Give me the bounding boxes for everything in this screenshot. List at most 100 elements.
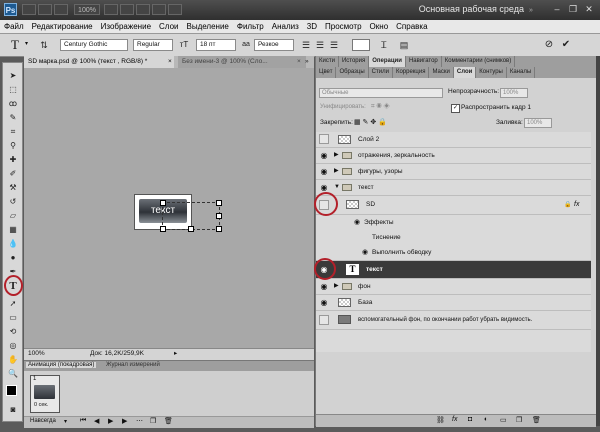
tab-channels[interactable]: Каналы [507, 67, 536, 78]
tab-document-sd[interactable]: SD марка.psd @ 100% (текст , RGB/8) * [24, 56, 174, 68]
align-left-icon[interactable]: ☰ [300, 39, 312, 51]
text-orientation-icon[interactable]: ⇅ [38, 39, 50, 51]
eye-icon[interactable]: ◉ [318, 296, 330, 309]
add-mask-icon[interactable]: ◘ [468, 416, 472, 423]
preset-dropdown-icon[interactable]: ▾ [25, 40, 28, 47]
layer-row[interactable]: ◉ ▶ фигуры, узоры [316, 164, 591, 180]
layer-row[interactable]: Слой 2 [316, 132, 591, 148]
healing-brush-tool-icon[interactable]: ✚ [6, 155, 20, 165]
history-brush-tool-icon[interactable]: ↺ [6, 197, 20, 207]
menu-view[interactable]: Просмотр [321, 20, 366, 33]
arrange-documents-button[interactable] [152, 4, 166, 15]
transform-handle[interactable] [160, 226, 166, 232]
layer-row[interactable]: ◉ База [316, 295, 591, 311]
tab-swatches[interactable]: Образцы [336, 67, 369, 78]
dodge-tool-icon[interactable]: ● [6, 253, 20, 263]
layer-row[interactable]: ◉ ▶ отражения, зеркальность [316, 148, 591, 164]
delete-layer-icon[interactable]: 🗑 [532, 416, 541, 424]
tab-color[interactable]: Цвет [316, 67, 337, 78]
3d-rotate-tool-icon[interactable]: ⟲ [6, 327, 20, 337]
antialias-select[interactable]: Резкое [254, 39, 294, 51]
tab2-close-icon[interactable]: × [297, 56, 303, 68]
blur-tool-icon[interactable]: 💧 [6, 239, 20, 249]
loop-select[interactable]: Навсегда [30, 418, 56, 424]
eraser-tool-icon[interactable]: ▱ [6, 211, 20, 221]
move-tool-icon[interactable]: ➤ [6, 71, 20, 81]
fx-badge[interactable]: fx [574, 196, 579, 214]
visibility-toggle[interactable] [319, 134, 329, 144]
tab-styles[interactable]: Стили [369, 67, 393, 78]
commit-icon[interactable]: ✔ [560, 39, 572, 51]
restore-button[interactable]: ❐ [566, 3, 580, 16]
menu-help[interactable]: Справка [392, 20, 431, 33]
font-style-select[interactable]: Regular [133, 39, 173, 51]
effect-row[interactable]: ◉ Выполнить обводку [316, 245, 591, 261]
workspace-switcher[interactable]: Основная рабочая среда [419, 4, 524, 14]
transform-handle[interactable] [216, 200, 222, 206]
hand-tool-icon[interactable]: ✋ [6, 355, 20, 365]
font-family-select[interactable]: Century Gothic [60, 39, 128, 51]
layer-row[interactable]: SD 🔒 fx [316, 196, 591, 215]
lock-icons[interactable]: ▦ ✎ ✥ 🔒 [354, 118, 387, 126]
delete-frame-icon[interactable]: 🗑 [164, 417, 173, 425]
hand-tool-button[interactable] [104, 4, 118, 15]
font-size-select[interactable]: 18 пт [196, 39, 236, 51]
tab-document-untitled[interactable]: Без имени-3 @ 100% (Сло... [178, 56, 306, 68]
tab-adjustments[interactable]: Коррекция [393, 67, 430, 78]
clone-stamp-tool-icon[interactable]: ⚒ [6, 183, 20, 193]
visibility-toggle[interactable] [319, 315, 329, 325]
menu-image[interactable]: Изображение [97, 20, 155, 33]
duplicate-frame-icon[interactable]: ❐ [150, 417, 156, 425]
3d-orbit-tool-icon[interactable]: ◎ [6, 341, 20, 351]
minimize-button[interactable]: – [550, 3, 564, 16]
menu-edit[interactable]: Редактирование [28, 20, 97, 33]
align-right-icon[interactable]: ☰ [328, 39, 340, 51]
eye-icon[interactable]: ◉ [318, 280, 330, 293]
eye-icon[interactable]: ◉ [354, 215, 360, 230]
view-extras-button[interactable] [54, 4, 68, 15]
frame-delay[interactable]: 0 сек. [34, 402, 48, 408]
eye-icon[interactable]: ◉ [318, 165, 330, 178]
tab-layer-comps[interactable]: Комментарии (снимков) [442, 56, 516, 67]
eye-icon[interactable]: ◉ [318, 149, 330, 162]
tab-close-icon[interactable]: × [168, 56, 176, 68]
warp-text-icon[interactable]: Ꮖ [378, 39, 390, 51]
menu-file[interactable]: Файл [0, 20, 28, 33]
bridge-button[interactable] [22, 4, 36, 15]
crop-tool-icon[interactable]: ⌗ [6, 127, 20, 137]
tab-navigator[interactable]: Навигатор [406, 56, 442, 67]
expand-arrow-icon[interactable]: ▶ [334, 164, 339, 179]
cancel-icon[interactable]: ⊘ [543, 39, 555, 51]
zoom-tool-button[interactable] [120, 4, 134, 15]
play-icon[interactable]: ▶ [108, 417, 113, 425]
character-panel-icon[interactable]: ▤ [398, 39, 410, 51]
collapsed-dock-strip[interactable] [596, 56, 600, 426]
eyedropper-tool-icon[interactable]: ⚲ [6, 141, 20, 151]
first-frame-icon[interactable]: ⏮ [80, 417, 86, 425]
menu-filter[interactable]: Фильтр [233, 20, 268, 33]
close-button[interactable]: ✕ [582, 3, 596, 16]
menu-3d[interactable]: 3D [303, 20, 321, 33]
tab-masks[interactable]: Маски [429, 67, 454, 78]
shape-tool-icon[interactable]: ▭ [6, 313, 20, 323]
expand-arrow-icon[interactable]: ▶ [334, 279, 339, 294]
transform-handle[interactable] [188, 226, 194, 232]
menu-window[interactable]: Окно [366, 20, 393, 33]
foreground-color-swatch[interactable] [6, 385, 17, 396]
menu-analysis[interactable]: Анализ [268, 20, 303, 33]
tween-icon[interactable]: ⋯ [136, 417, 143, 425]
menu-select[interactable]: Выделение [182, 20, 232, 33]
mini-bridge-button[interactable] [38, 4, 52, 15]
zoom-tool-icon[interactable]: 🔍 [6, 369, 20, 379]
transform-handle[interactable] [216, 226, 222, 232]
opacity-input[interactable]: 100% [500, 88, 528, 98]
canvas-area[interactable]: текст [24, 68, 314, 348]
marquee-tool-icon[interactable]: ⬚ [6, 85, 20, 95]
link-layers-icon[interactable]: ⛓ [436, 416, 445, 424]
screen-mode-button[interactable] [168, 4, 182, 15]
expand-arrow-icon[interactable]: ▶ [334, 148, 339, 163]
quick-mask-icon[interactable]: ◙ [6, 405, 20, 415]
effect-row[interactable]: ◉ Эффекты [316, 215, 591, 230]
zoom-level-select[interactable]: 100% [74, 4, 100, 15]
adjustment-layer-icon[interactable]: ◐ [484, 416, 488, 423]
